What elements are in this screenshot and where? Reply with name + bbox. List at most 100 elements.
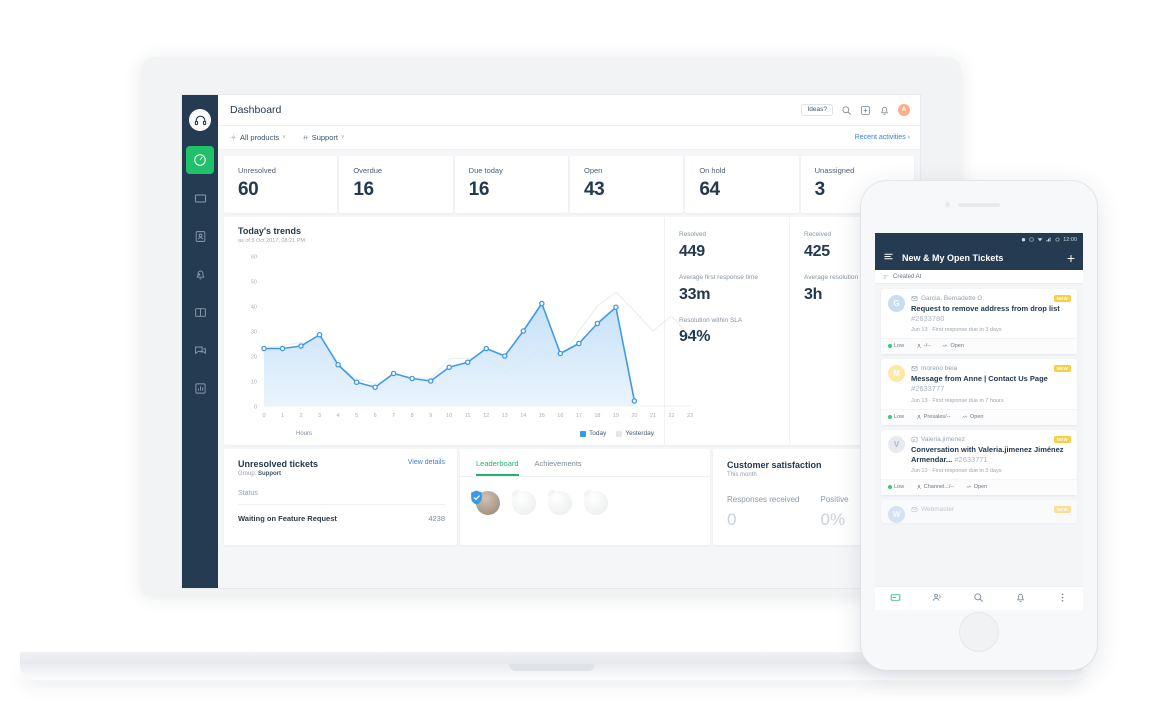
- sidebar-item-solutions[interactable]: [186, 298, 214, 326]
- panel-heading-group: Unresolved tickets Group: Support: [238, 459, 318, 477]
- svg-text:10: 10: [446, 413, 452, 419]
- svg-text:1: 1: [281, 413, 284, 419]
- priority-label: Low: [894, 343, 905, 350]
- priority-tag[interactable]: Low: [888, 414, 904, 420]
- leaderboard-avatar-first[interactable]: [471, 489, 500, 515]
- tag-separator: ·: [909, 413, 911, 420]
- hamburger-menu-icon[interactable]: [883, 249, 894, 267]
- svg-text:50: 50: [251, 279, 257, 285]
- svg-text:3: 3: [318, 413, 321, 419]
- contacts-icon[interactable]: [932, 590, 943, 608]
- sidebar-item-tickets[interactable]: [186, 184, 214, 212]
- search-icon[interactable]: [973, 590, 984, 608]
- tab-achievements[interactable]: Achievements: [535, 459, 582, 476]
- plus-icon[interactable]: +: [1067, 251, 1075, 265]
- svg-text:40: 40: [251, 304, 257, 310]
- ticket-requester: moreno beia: [911, 365, 1070, 372]
- bell-icon[interactable]: [1015, 590, 1026, 608]
- status-tag[interactable]: Open: [966, 484, 987, 490]
- kpi-card-due-today[interactable]: Due today 16: [454, 156, 568, 213]
- status-badge: NEW: [1053, 505, 1071, 513]
- ideas-button[interactable]: Ideas?: [801, 103, 833, 117]
- ticket-body: moreno beia Message from Anne | Contact …: [911, 365, 1070, 403]
- svg-text:2: 2: [300, 413, 303, 419]
- chevron-down-icon: ˅: [340, 134, 345, 141]
- status-tag[interactable]: Open: [962, 414, 984, 420]
- search-icon[interactable]: [841, 105, 852, 116]
- topbar-actions: Ideas? A: [801, 103, 910, 117]
- leaderboard-tabs: Leaderboard Achievements: [460, 449, 710, 477]
- leaderboard-avatar-placeholder[interactable]: [582, 489, 608, 515]
- list-item[interactable]: NEW M moreno beia Message from Anne | Co…: [881, 359, 1077, 425]
- tab-leaderboard[interactable]: Leaderboard: [476, 459, 519, 476]
- svg-text:60: 60: [251, 254, 257, 260]
- kpi-label: On hold: [699, 166, 726, 175]
- kpi-card-on-hold[interactable]: On hold 64: [685, 156, 799, 213]
- priority-tag[interactable]: Low: [888, 484, 904, 490]
- sidebar-item-dashboard[interactable]: [186, 146, 214, 174]
- trends-subtitle: as of 5 Oct 2017, 08:21 PM: [238, 238, 305, 244]
- page-title: Dashboard: [230, 104, 282, 116]
- avatar[interactable]: A: [898, 104, 910, 116]
- group-tag[interactable]: Channel.../--: [916, 484, 954, 490]
- phone-mockup: 12:00 New & My Open Tickets + Created At…: [861, 181, 1097, 670]
- svg-text:15: 15: [539, 413, 545, 419]
- group-filter[interactable]: Support ˅: [302, 133, 345, 142]
- status-tag[interactable]: Open: [942, 343, 964, 349]
- leaderboard-panel: Leaderboard Achievements: [460, 449, 710, 545]
- laptop-trackpad-notch: [508, 664, 595, 671]
- kpi-card-overdue[interactable]: Overdue 16: [339, 156, 453, 213]
- svg-text:5: 5: [355, 413, 358, 419]
- kpi-card-unresolved[interactable]: Unresolved 60: [224, 156, 338, 213]
- group-tag[interactable]: -/--: [916, 343, 931, 349]
- tag-separator: ·: [909, 483, 911, 490]
- bell-icon[interactable]: [879, 105, 890, 116]
- leaderboard-avatar-placeholder[interactable]: [546, 489, 572, 515]
- legend-item-today[interactable]: Today: [579, 430, 606, 437]
- kpi-row: Unresolved 60 Overdue 16 Due today 16 Op…: [224, 156, 914, 213]
- svg-text:0: 0: [262, 413, 265, 419]
- ticket-tags: Low · Presales/-- · Open: [881, 408, 1077, 425]
- group-label: -/--: [923, 343, 931, 350]
- sidebar-item-contacts[interactable]: [186, 222, 214, 250]
- phone-home-button[interactable]: [959, 612, 999, 652]
- phone-screen: 12:00 New & My Open Tickets + Created At…: [875, 233, 1083, 610]
- status-badge: NEW: [1053, 365, 1071, 373]
- leaderboard-avatar-placeholder[interactable]: [510, 489, 536, 515]
- alarm-icon: [1022, 238, 1026, 242]
- phone-speaker: [958, 203, 1000, 207]
- tickets-icon[interactable]: [890, 590, 901, 608]
- chevron-down-icon: ˅: [282, 134, 286, 141]
- svg-text:16: 16: [557, 413, 563, 419]
- dashboard-content: Unresolved 60 Overdue 16 Due today 16 Op…: [218, 150, 920, 588]
- legend-item-yesterday[interactable]: Yesterday: [616, 430, 654, 437]
- ticket-meta: Jun 13 · First response due in 3 days: [911, 467, 1002, 474]
- shield-badge-icon: [471, 490, 482, 505]
- tag-separator: ·: [909, 343, 911, 350]
- group-tag[interactable]: Presales/--: [916, 414, 950, 420]
- more-vertical-icon[interactable]: [1057, 590, 1068, 608]
- headset-logo-icon[interactable]: [189, 109, 211, 131]
- app-sidebar: [182, 95, 218, 588]
- priority-tag[interactable]: Low: [888, 343, 904, 349]
- table-row[interactable]: Waiting on Feature Request 4238: [238, 505, 445, 523]
- phone-sort-bar[interactable]: Created At: [875, 270, 1083, 284]
- product-filter[interactable]: All products ˅: [230, 133, 286, 142]
- list-item[interactable]: NEW G Garcia, Bernadette G. Request to r…: [881, 289, 1077, 355]
- ticket-body: Webmaster: [911, 506, 1070, 513]
- ticket-body: Valeria.jimenez Conversation with Valeri…: [911, 436, 1070, 474]
- avatar: V: [888, 435, 905, 453]
- list-item[interactable]: NEW V Valeria.jimenez Conversation with …: [881, 429, 1077, 495]
- list-item[interactable]: NEW W Webmaster: [881, 499, 1077, 523]
- sidebar-item-forums[interactable]: [186, 336, 214, 364]
- view-details-link[interactable]: View details: [408, 459, 445, 466]
- kpi-card-open[interactable]: Open 43: [569, 156, 684, 213]
- sidebar-item-reports[interactable]: [186, 374, 214, 402]
- ticket-meta: Jun 13 · First response due in 7 hours: [911, 397, 1004, 404]
- recent-activities-link[interactable]: Recent activities ›: [855, 134, 910, 141]
- plus-square-icon[interactable]: [860, 105, 871, 116]
- phone-camera: [945, 202, 950, 207]
- sidebar-item-alerts[interactable]: [186, 260, 214, 288]
- chart-legend: Today Yesterday: [579, 430, 654, 437]
- priority-label: Low: [894, 483, 905, 490]
